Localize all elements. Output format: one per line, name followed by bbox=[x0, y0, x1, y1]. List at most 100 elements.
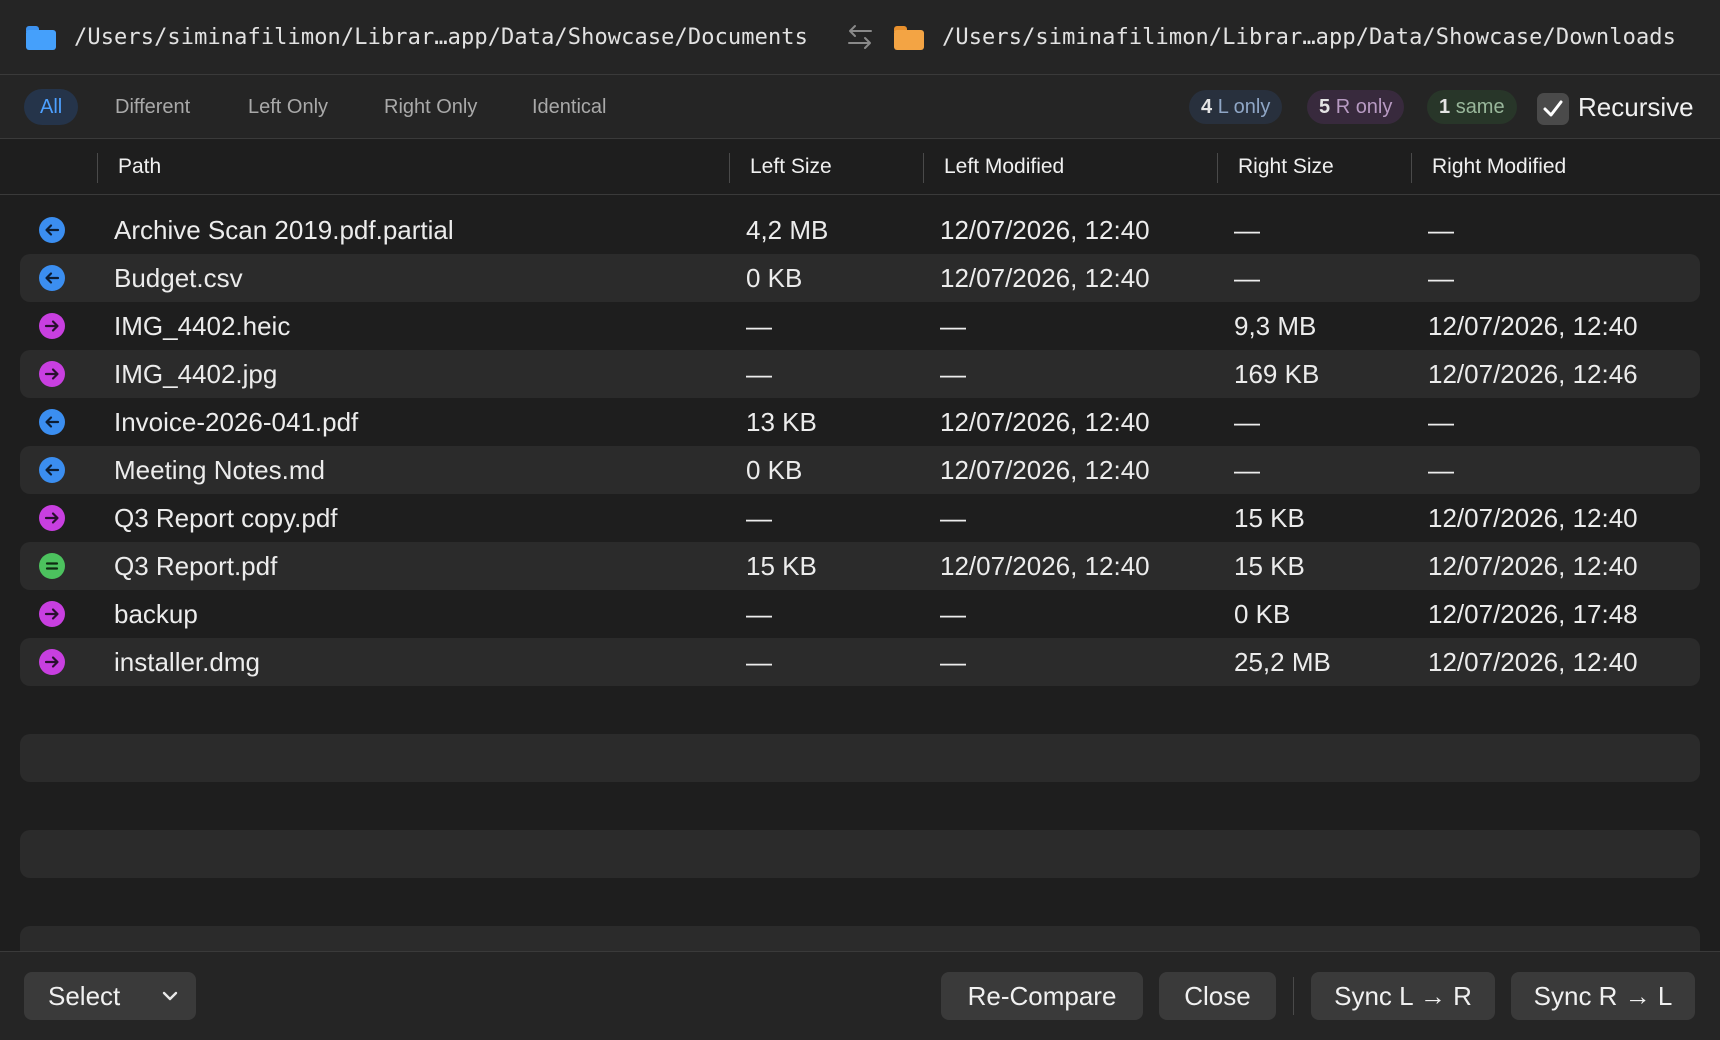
arrow-right-icon bbox=[39, 601, 65, 627]
filter-different[interactable]: Different bbox=[99, 89, 206, 125]
cell-right-modified: — bbox=[1428, 407, 1454, 437]
table-row[interactable]: Archive Scan 2019.pdf.partial 4,2 MB 12/07… bbox=[20, 206, 1700, 254]
cell-right-size: 9,3 MB bbox=[1234, 311, 1317, 341]
column-left-modified[interactable]: Left Modified bbox=[944, 139, 1064, 195]
filter-left-only[interactable]: Left Only bbox=[232, 89, 344, 125]
arrow-right-icon bbox=[39, 649, 65, 675]
left-path-text: /Users/siminafilimon/Librar…app/Data/Sho… bbox=[74, 25, 808, 50]
sync-left-to-right-button[interactable]: Sync L → R bbox=[1311, 972, 1495, 1020]
cell-left-modified: 12/07/2026, 12:40 bbox=[940, 455, 1150, 485]
arrow-left-icon bbox=[39, 217, 65, 243]
filter-right-only[interactable]: Right Only bbox=[368, 89, 493, 125]
cell-right-size: 15 KB bbox=[1234, 551, 1305, 581]
empty-row bbox=[20, 734, 1700, 782]
cell-left-size: 13 KB bbox=[746, 407, 817, 437]
cell-left-modified: 12/07/2026, 12:40 bbox=[940, 551, 1150, 581]
filter-identical[interactable]: Identical bbox=[516, 89, 623, 125]
column-right-modified[interactable]: Right Modified bbox=[1432, 139, 1566, 195]
cell-left-size: — bbox=[746, 647, 772, 677]
cell-right-modified: 12/07/2026, 12:40 bbox=[1428, 647, 1638, 677]
chevron-down-icon bbox=[162, 991, 178, 1001]
comparison-table: Archive Scan 2019.pdf.partial 4,2 MB 12/07… bbox=[20, 206, 1700, 686]
table-row[interactable]: Meeting Notes.md 0 KB 12/07/2026, 12:40 — — bbox=[20, 446, 1700, 494]
cell-path: Meeting Notes.md bbox=[114, 455, 325, 485]
right-path: /Users/siminafilimon/Librar…app/Data/Sho… bbox=[894, 0, 1676, 75]
table-row[interactable]: IMG_4402.heic — — 9,3 MB 12/07/2026, 12:40 bbox=[20, 302, 1700, 350]
cell-path: IMG_4402.heic bbox=[114, 311, 291, 341]
cell-right-size: — bbox=[1234, 407, 1260, 437]
left-path: /Users/siminafilimon/Librar…app/Data/Sho… bbox=[26, 0, 808, 75]
folder-icon bbox=[26, 25, 56, 50]
empty-row bbox=[20, 830, 1700, 878]
table-row[interactable]: Budget.csv 0 KB 12/07/2026, 12:40 — — bbox=[20, 254, 1700, 302]
cell-right-size: 169 KB bbox=[1234, 359, 1320, 389]
arrow-left-icon bbox=[39, 409, 65, 435]
cell-left-modified: 12/07/2026, 12:40 bbox=[940, 407, 1150, 437]
swap-icon[interactable] bbox=[846, 22, 874, 52]
cell-right-modified: — bbox=[1428, 263, 1454, 293]
cell-right-size: 0 KB bbox=[1234, 599, 1291, 629]
cell-right-modified: 12/07/2026, 12:40 bbox=[1428, 551, 1638, 581]
cell-path: Archive Scan 2019.pdf.partial bbox=[114, 215, 454, 245]
checkmark-icon bbox=[1543, 100, 1563, 117]
cell-left-size: 0 KB bbox=[746, 263, 803, 293]
close-button[interactable]: Close bbox=[1159, 972, 1276, 1020]
left-only-count-badge: 4 L only bbox=[1189, 90, 1283, 124]
table-row[interactable]: installer.dmg — — 25,2 MB 12/07/2026, 12:40 bbox=[20, 638, 1700, 686]
cell-left-size: — bbox=[746, 503, 772, 533]
folder-icon bbox=[894, 25, 924, 50]
table-row[interactable]: backup — — 0 KB 12/07/2026, 17:48 bbox=[20, 590, 1700, 638]
cell-left-modified: 12/07/2026, 12:40 bbox=[940, 215, 1150, 245]
sync-right-to-left-button[interactable]: Sync R → L bbox=[1511, 972, 1695, 1020]
same-count-badge: 1 same bbox=[1427, 90, 1517, 124]
arrow-left-icon bbox=[39, 457, 65, 483]
table-row[interactable]: Invoice-2026-041.pdf 13 KB 12/07/2026, 12:… bbox=[20, 398, 1700, 446]
table-row[interactable]: Q3 Report copy.pdf — — 15 KB 12/07/2026, 12:… bbox=[20, 494, 1700, 542]
path-header: /Users/siminafilimon/Librar…app/Data/Sho… bbox=[0, 0, 1720, 75]
right-only-count-badge: 5 R only bbox=[1307, 90, 1405, 124]
filter-all[interactable]: All bbox=[24, 89, 79, 125]
cell-path: Q3 Report copy.pdf bbox=[114, 503, 338, 533]
cell-left-modified: — bbox=[940, 359, 966, 389]
cell-left-size: — bbox=[746, 311, 772, 341]
cell-right-size: 25,2 MB bbox=[1234, 647, 1331, 677]
cell-left-modified: — bbox=[940, 311, 966, 341]
equals-icon bbox=[39, 553, 65, 579]
filter-bar: All Different Left Only Right Only Ident… bbox=[0, 75, 1720, 139]
cell-path: Budget.csv bbox=[114, 263, 243, 293]
recursive-checkbox[interactable] bbox=[1537, 93, 1569, 125]
cell-right-modified: 12/07/2026, 17:48 bbox=[1428, 599, 1638, 629]
cell-left-size: 15 KB bbox=[746, 551, 817, 581]
select-dropdown[interactable]: Select bbox=[24, 972, 196, 1020]
arrow-right-icon bbox=[39, 505, 65, 531]
cell-path: installer.dmg bbox=[114, 647, 260, 677]
column-right-size[interactable]: Right Size bbox=[1238, 139, 1334, 195]
cell-left-modified: — bbox=[940, 599, 966, 629]
arrow-left-icon bbox=[39, 265, 65, 291]
cell-left-modified: — bbox=[940, 647, 966, 677]
arrow-right-icon bbox=[39, 313, 65, 339]
cell-right-size: — bbox=[1234, 215, 1260, 245]
column-path[interactable]: Path bbox=[118, 139, 161, 195]
cell-right-size: — bbox=[1234, 263, 1260, 293]
cell-right-size: 15 KB bbox=[1234, 503, 1305, 533]
recompare-button[interactable]: Re-Compare bbox=[941, 972, 1143, 1020]
recursive-label: Recursive bbox=[1578, 92, 1694, 122]
cell-left-size: 0 KB bbox=[746, 455, 803, 485]
cell-right-modified: — bbox=[1428, 215, 1454, 245]
cell-path: backup bbox=[114, 599, 198, 629]
cell-left-size: — bbox=[746, 599, 772, 629]
table-row[interactable]: Q3 Report.pdf 15 KB 12/07/2026, 12:40 15 KB… bbox=[20, 542, 1700, 590]
right-path-text: /Users/siminafilimon/Librar…app/Data/Sho… bbox=[942, 25, 1676, 50]
cell-left-size: 4,2 MB bbox=[746, 215, 829, 245]
cell-right-modified: 12/07/2026, 12:46 bbox=[1428, 359, 1638, 389]
cell-path: IMG_4402.jpg bbox=[114, 359, 278, 389]
cell-left-size: — bbox=[746, 359, 772, 389]
cell-path: Invoice-2026-041.pdf bbox=[114, 407, 359, 437]
cell-right-modified: 12/07/2026, 12:40 bbox=[1428, 311, 1638, 341]
cell-right-modified: 12/07/2026, 12:40 bbox=[1428, 503, 1638, 533]
column-left-size[interactable]: Left Size bbox=[750, 139, 832, 195]
cell-left-modified: 12/07/2026, 12:40 bbox=[940, 263, 1150, 293]
footer-bar: Select Re-Compare Close Sync L → R Sync … bbox=[0, 951, 1720, 1040]
table-row[interactable]: IMG_4402.jpg — — 169 KB 12/07/2026, 12:46 bbox=[20, 350, 1700, 398]
